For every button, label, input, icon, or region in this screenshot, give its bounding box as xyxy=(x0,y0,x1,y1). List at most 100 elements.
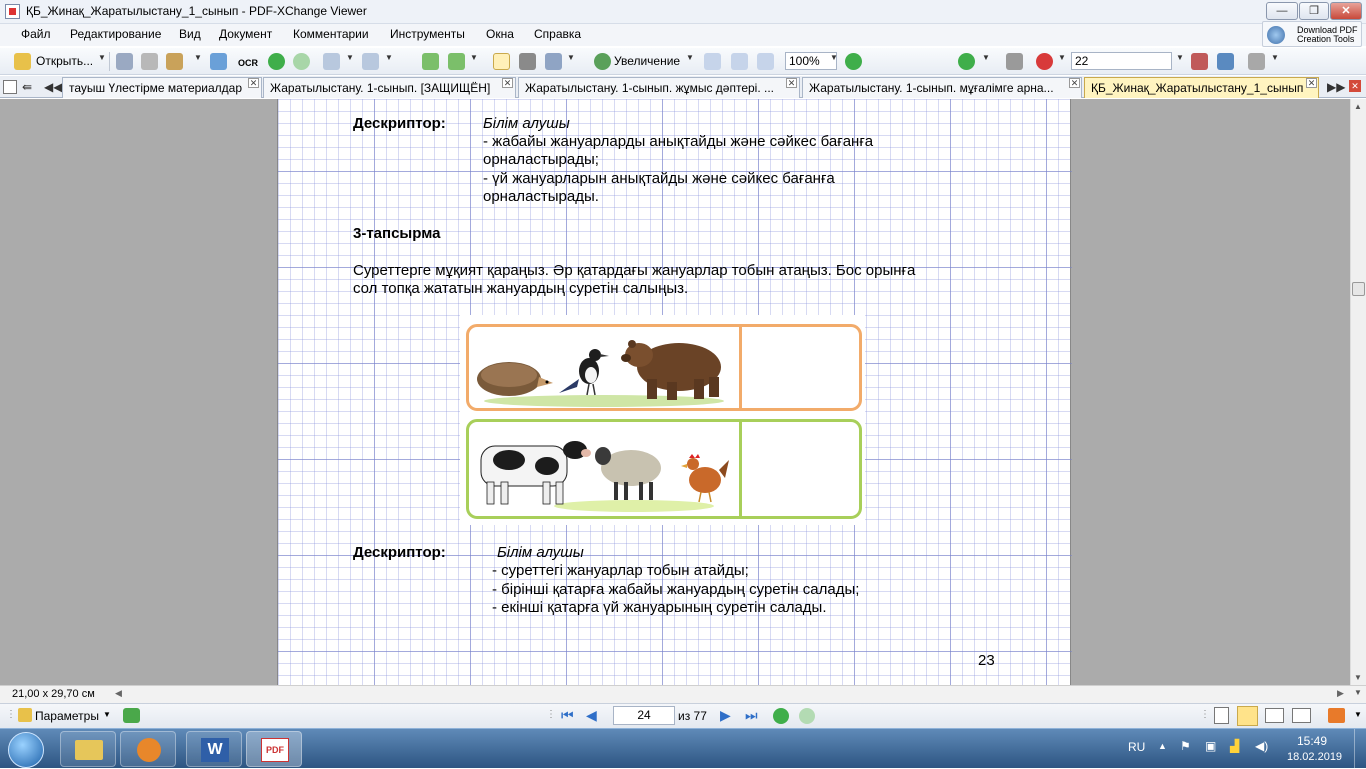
zoom-in-icon[interactable] xyxy=(958,53,975,70)
start-button[interactable] xyxy=(8,732,44,768)
minimize-button[interactable]: — xyxy=(1266,2,1298,20)
scroll-down-icon[interactable]: ▼ xyxy=(1354,673,1362,682)
facing-pages-icon[interactable] xyxy=(1265,708,1284,723)
single-page-icon[interactable] xyxy=(1214,707,1229,724)
continuous-facing-icon[interactable] xyxy=(1292,708,1311,723)
tab-close-icon[interactable]: ✕ xyxy=(1306,78,1317,88)
language-indicator[interactable]: RU xyxy=(1128,740,1145,754)
menu-document[interactable]: Документ xyxy=(219,27,272,41)
maximize-button[interactable]: ❐ xyxy=(1299,2,1329,20)
menu-help[interactable]: Справка xyxy=(534,27,581,41)
parameters-button[interactable]: Параметры xyxy=(35,709,99,723)
prev-page-icon[interactable]: ◀ xyxy=(586,708,597,723)
app-icon[interactable] xyxy=(5,4,20,19)
close-button[interactable]: ✕ xyxy=(1330,2,1362,20)
tab-list-icon[interactable] xyxy=(3,80,17,94)
volume-icon[interactable]: ◀) xyxy=(1255,739,1268,753)
scroll-up-icon[interactable]: ▲ xyxy=(1354,102,1362,111)
network-icon[interactable]: ▣ xyxy=(1205,739,1216,753)
back-icon[interactable] xyxy=(268,53,285,70)
hand-tool-icon[interactable] xyxy=(493,53,510,70)
rotate-icon[interactable] xyxy=(422,53,439,70)
continuous-page-icon[interactable] xyxy=(1237,706,1258,726)
taskbar-explorer[interactable] xyxy=(60,731,116,767)
tab-menu-icon[interactable]: ⇚ xyxy=(22,80,36,94)
select-tool-icon[interactable] xyxy=(545,53,562,70)
search-prev-icon[interactable] xyxy=(1191,53,1208,70)
current-page-input[interactable]: 24 xyxy=(613,706,675,725)
print-icon[interactable] xyxy=(141,53,158,70)
fit-width-icon[interactable] xyxy=(757,53,774,70)
history-forward-icon[interactable] xyxy=(799,708,815,724)
open-button-label[interactable]: Открыть... xyxy=(36,54,93,68)
signal-icon[interactable]: ▟ xyxy=(1230,739,1239,753)
scroll-left-icon[interactable]: ◀ xyxy=(115,688,122,699)
ask-icon[interactable] xyxy=(1036,53,1053,70)
actual-size-icon[interactable] xyxy=(704,53,721,70)
clock-date[interactable]: 18.02.2019 xyxy=(1287,751,1342,763)
search-text-input[interactable]: 22 xyxy=(1071,52,1172,70)
scan-icon[interactable] xyxy=(210,53,227,70)
scroll-right-icon[interactable]: ▶ xyxy=(1337,688,1344,699)
menu-windows[interactable]: Окна xyxy=(486,27,514,41)
zoom-level-caret[interactable]: ▼ xyxy=(830,53,838,62)
find-binoculars-icon[interactable] xyxy=(1006,53,1023,70)
vertical-scroll-thumb[interactable] xyxy=(1352,282,1365,296)
open-folder-icon[interactable] xyxy=(14,53,31,70)
ocr-button[interactable]: OCR xyxy=(238,58,258,68)
highlight-tool-icon[interactable] xyxy=(1328,708,1345,723)
show-desktop-button[interactable] xyxy=(1354,729,1366,769)
tab-item[interactable]: тауыш Үлестірме материалдар xyxy=(62,77,262,98)
download-pdf-tools-button[interactable]: Download PDF Creation Tools xyxy=(1262,21,1362,47)
plugin-icon[interactable] xyxy=(123,708,140,723)
tab-close-icon[interactable]: ✕ xyxy=(502,78,513,88)
document-viewport[interactable]: Дескриптор: Білім алушы - жабайы жануарл… xyxy=(0,99,1350,685)
zoom-tool-caret[interactable]: ▼ xyxy=(686,53,694,62)
tools-icon[interactable] xyxy=(1248,53,1265,70)
package-dropdown-caret[interactable]: ▼ xyxy=(194,53,202,62)
last-page-icon[interactable]: ⏭ xyxy=(745,708,758,723)
vertical-scrollbar[interactable]: ▲ ▼ xyxy=(1350,99,1366,685)
zoom-in-caret[interactable]: ▼ xyxy=(982,53,990,62)
pages-icon[interactable] xyxy=(448,53,465,70)
search-next-icon[interactable] xyxy=(1217,53,1234,70)
tray-expand-icon[interactable]: ▲ xyxy=(1158,741,1167,751)
first-page-icon[interactable]: ⏮ xyxy=(561,708,574,723)
redo-dropdown-caret[interactable]: ▼ xyxy=(385,53,393,62)
zoom-tool-label[interactable]: Увеличение xyxy=(614,54,680,68)
zoom-tool-icon[interactable] xyxy=(594,53,611,70)
pages-dropdown-caret[interactable]: ▼ xyxy=(470,53,478,62)
menu-file[interactable]: Файл xyxy=(21,27,51,41)
ask-caret[interactable]: ▼ xyxy=(1058,53,1066,62)
open-dropdown-caret[interactable]: ▼ xyxy=(98,53,106,62)
clock-time[interactable]: 15:49 xyxy=(1297,734,1327,748)
tab-scroll-left-icon[interactable]: ◀◀ xyxy=(44,80,62,94)
package-icon[interactable] xyxy=(166,53,183,70)
taskbar-media-player[interactable] xyxy=(120,731,176,767)
zoom-out-icon[interactable] xyxy=(845,53,862,70)
tab-close-icon[interactable]: ✕ xyxy=(786,78,797,88)
next-page-icon[interactable]: ▶ xyxy=(720,708,731,723)
parameters-caret[interactable]: ▼ xyxy=(103,710,111,719)
tab-close-icon[interactable]: ✕ xyxy=(248,78,259,88)
tab-close-icon[interactable]: ✕ xyxy=(1069,78,1080,88)
snapshot-icon[interactable] xyxy=(519,53,536,70)
tab-scroll-right-icon[interactable]: ▶▶ xyxy=(1327,80,1345,94)
menu-view[interactable]: Вид xyxy=(179,27,201,41)
tab-item[interactable]: Жаратылыстану. 1-сынып. жұмыс дәптері. .… xyxy=(518,77,800,98)
menu-tools[interactable]: Инструменты xyxy=(390,27,465,41)
scroll-down-small-icon[interactable]: ▼ xyxy=(1354,688,1362,697)
history-back-icon[interactable] xyxy=(773,708,789,724)
forward-icon[interactable] xyxy=(293,53,310,70)
tab-item[interactable]: Жаратылыстану. 1-сынып. [ЗАЩИЩЁН] xyxy=(263,77,516,98)
close-document-icon[interactable]: ✕ xyxy=(1349,80,1361,92)
tools-caret[interactable]: ▼ xyxy=(1271,53,1279,62)
save-icon[interactable] xyxy=(116,53,133,70)
flag-icon[interactable]: ⚑ xyxy=(1180,739,1191,753)
search-text-caret[interactable]: ▼ xyxy=(1176,53,1184,62)
tab-item[interactable]: Жаратылыстану. 1-сынып. мұғалімге арна..… xyxy=(802,77,1082,98)
highlight-tool-caret[interactable]: ▼ xyxy=(1354,710,1362,719)
select-dropdown-caret[interactable]: ▼ xyxy=(567,53,575,62)
parameters-icon[interactable] xyxy=(18,708,32,722)
undo-dropdown-caret[interactable]: ▼ xyxy=(346,53,354,62)
